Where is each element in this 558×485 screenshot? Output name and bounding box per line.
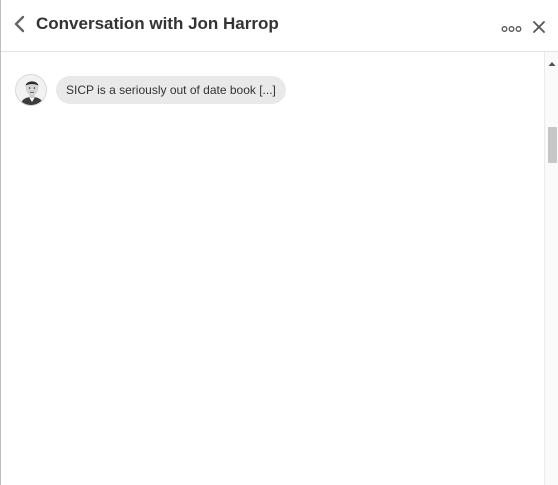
more-options-button[interactable] — [501, 22, 523, 34]
conversation-body: SICP is a seriously out of date book [..… — [1, 52, 544, 485]
scroll-up-button[interactable] — [547, 55, 557, 66]
conversation-header: Conversation with Jon Harrop — [1, 0, 558, 52]
triangle-up-icon — [548, 62, 556, 66]
back-button[interactable] — [11, 14, 29, 34]
message-bubble[interactable]: SICP is a seriously out of date book [..… — [56, 76, 286, 104]
message-row: SICP is a seriously out of date book [..… — [15, 74, 286, 106]
scroll-thumb[interactable] — [548, 127, 557, 163]
person-icon — [16, 75, 46, 105]
avatar[interactable] — [15, 74, 47, 106]
scrollbar[interactable] — [544, 52, 558, 485]
page-title: Conversation with Jon Harrop — [36, 14, 279, 33]
more-options-icon — [501, 26, 522, 32]
chevron-left-icon — [14, 15, 25, 33]
close-icon — [533, 21, 545, 33]
conversation-panel: Conversation with Jon Harrop SICP is a s… — [0, 0, 558, 485]
close-button[interactable] — [531, 19, 547, 35]
